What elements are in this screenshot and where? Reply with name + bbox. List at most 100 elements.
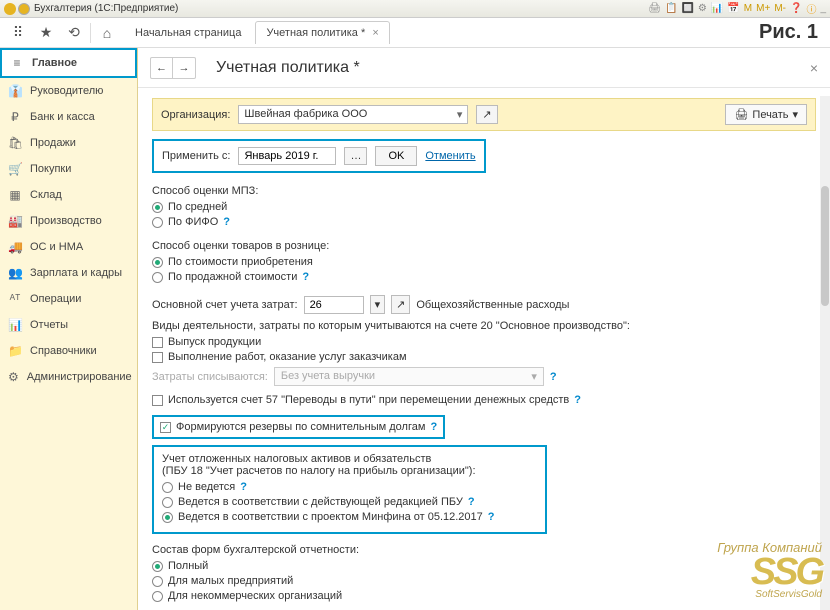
sidebar-item-Продажи[interactable]: 🛍 Продажи (0, 130, 137, 156)
help-icon[interactable]: ? (302, 271, 309, 283)
org-select[interactable]: Швейная фабрика ООО▾ (238, 105, 468, 124)
sidebar-item-Справочники[interactable]: 📁 Справочники (0, 338, 137, 364)
sidebar-item-ОС и НМА[interactable]: 🚚ОС и НМА (0, 234, 137, 260)
breadcrumb-home[interactable]: Начальная страница (125, 22, 251, 44)
acct-input[interactable] (304, 296, 364, 314)
content-body: Организация: Швейная фабрика ООО▾ ↗ 🖨 Пе… (138, 88, 830, 610)
apply-date-box: Применить с: … OK Отменить (152, 139, 486, 173)
def-radio-current[interactable] (162, 497, 173, 508)
sidebar-item-label: Главное (32, 57, 77, 69)
sidebar-item-Зарплата и кадры[interactable]: 👥Зарплата и кадры (0, 260, 137, 286)
def-radio-none[interactable] (162, 482, 173, 493)
help-icon[interactable]: ? (240, 481, 247, 493)
acct-open-button[interactable]: ↗ (391, 295, 410, 314)
rep-radio-small[interactable] (152, 576, 163, 587)
m-minus-icon[interactable]: M- (774, 3, 786, 14)
mpz-radio-avg[interactable] (152, 202, 163, 213)
sidebar-item-label: Руководителю (30, 85, 103, 97)
history-icon[interactable]: ⟲ (60, 21, 88, 45)
minimize-icon[interactable]: _ (820, 3, 826, 14)
calendar-icon[interactable]: 📅 (727, 3, 739, 14)
sidebar-icon: 📁 (8, 344, 22, 358)
sidebar-item-label: Склад (30, 189, 62, 201)
sidebar-icon: 📊 (8, 318, 22, 332)
writeoff-select: Без учета выручки▾ (274, 367, 544, 386)
rep-radio-full[interactable] (152, 561, 163, 572)
gear-icon[interactable]: ⚙ (698, 3, 707, 14)
help-icon[interactable]: ❓ (790, 3, 802, 14)
window-title: Бухгалтерия (1С:Предприятие) (34, 3, 178, 14)
app-icon (4, 3, 16, 15)
date-picker-button[interactable]: … (344, 147, 367, 165)
sidebar-item-label: Продажи (30, 137, 76, 149)
help-icon[interactable]: ? (468, 496, 475, 508)
deferred-title1: Учет отложенных налоговых активов и обяз… (162, 453, 537, 465)
sidebar-item-Производство[interactable]: 🏭Производство (0, 208, 137, 234)
sidebar-item-label: ОС и НМА (30, 241, 83, 253)
back-button[interactable]: ← (151, 58, 173, 78)
help-icon[interactable]: ? (430, 421, 437, 433)
close-icon[interactable]: × (810, 60, 818, 76)
cancel-link[interactable]: Отменить (425, 150, 475, 162)
sidebar-item-label: Справочники (30, 345, 97, 357)
sidebar-item-label: Администрирование (27, 371, 132, 383)
mpz-radio-fifo[interactable] (152, 217, 163, 228)
app-icon2 (18, 3, 30, 15)
breadcrumb-current[interactable]: Учетная политика * × (255, 21, 389, 44)
sidebar-item-Руководителю[interactable]: 👔 Руководителю (0, 78, 137, 104)
scrollbar[interactable] (820, 96, 830, 610)
clipboard-icon[interactable]: 📋 (665, 3, 677, 14)
window-titlebar: Бухгалтерия (1С:Предприятие) 🖨 📋 🔲 ⚙ 📊 📅… (0, 0, 830, 18)
activity-label: Виды деятельности, затраты по которым уч… (152, 320, 816, 332)
chk-reserves[interactable] (160, 422, 171, 433)
def-radio-project[interactable] (162, 512, 173, 523)
scroll-thumb[interactable] (821, 186, 829, 306)
sidebar-item-Отчеты[interactable]: 📊Отчеты (0, 312, 137, 338)
breadcrumb: Начальная страница Учетная политика * × (125, 21, 390, 44)
sidebar-icon: 🛒 (8, 162, 22, 176)
help-icon[interactable]: ? (488, 511, 495, 523)
sidebar-icon: ₽ (8, 110, 22, 124)
sidebar-item-Главное[interactable]: ≡ Главное (0, 48, 137, 78)
chk-acct57[interactable] (152, 395, 163, 406)
info-icon[interactable]: ⓘ (806, 1, 816, 16)
home-icon[interactable]: ⌂ (93, 21, 121, 45)
sidebar-item-Покупки[interactable]: 🛒 Покупки (0, 156, 137, 182)
print-icon[interactable]: 🖨 (648, 3, 661, 14)
rep-radio-nko[interactable] (152, 591, 163, 602)
apply-date-input[interactable] (238, 147, 336, 165)
retail-radio-sale[interactable] (152, 272, 163, 283)
retail-radio-cost[interactable] (152, 257, 163, 268)
star-icon[interactable]: ★ (32, 21, 60, 45)
m-plus-icon[interactable]: M+ (756, 3, 770, 14)
content-header: ← → Учетная политика * × (138, 48, 830, 88)
sidebar-icon: ≡ (10, 56, 24, 70)
sidebar-item-Администрирование[interactable]: ⚙Администрирование (0, 364, 137, 390)
org-label: Организация: (161, 109, 230, 121)
ok-button[interactable]: OK (375, 146, 417, 166)
m-icon[interactable]: M (744, 3, 752, 14)
sidebar-icon: 🛍 (8, 136, 22, 150)
chk-services[interactable] (152, 352, 163, 363)
tab-close-icon[interactable]: × (372, 27, 378, 39)
sidebar-item-Склад[interactable]: ▦Склад (0, 182, 137, 208)
sidebar-item-Операции[interactable]: ᴬᵀОперации (0, 286, 137, 312)
help-icon[interactable]: ? (574, 394, 581, 406)
print-button[interactable]: 🖨 Печать ▾ (725, 104, 807, 125)
sidebar-item-Банк и касса[interactable]: ₽Банк и касса (0, 104, 137, 130)
window-icon[interactable]: 🔲 (681, 3, 693, 14)
nav-arrows: ← → (150, 57, 196, 79)
forward-button[interactable]: → (173, 58, 195, 78)
chart-icon[interactable]: 📊 (711, 3, 723, 14)
sidebar-item-label: Операции (30, 293, 81, 305)
chk-output[interactable] (152, 337, 163, 348)
help-icon[interactable]: ? (223, 216, 230, 228)
sidebar: ≡ Главное 👔 Руководителю ₽Банк и касса 🛍 Прода… (0, 48, 138, 610)
org-open-button[interactable]: ↗ (476, 105, 497, 124)
acct-dropdown-button[interactable]: ▾ (370, 295, 386, 314)
sidebar-icon: 👔 (8, 84, 22, 98)
apps-grid-icon[interactable]: ⠿ (4, 21, 32, 45)
org-bar: Организация: Швейная фабрика ООО▾ ↗ 🖨 Пе… (152, 98, 816, 131)
sidebar-item-label: Покупки (30, 163, 71, 175)
help-icon[interactable]: ? (550, 371, 557, 383)
